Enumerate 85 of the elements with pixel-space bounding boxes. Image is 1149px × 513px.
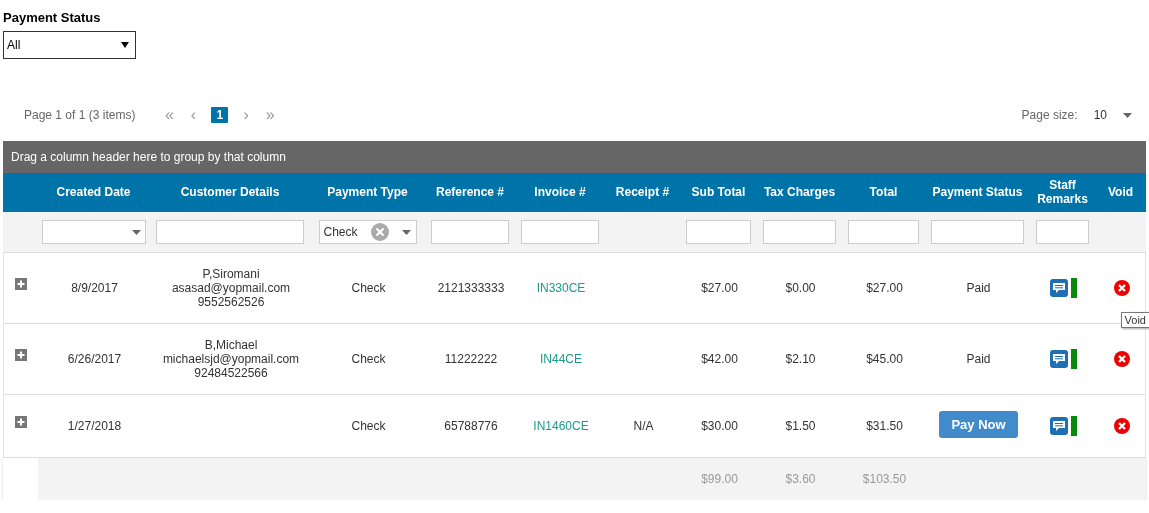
tax-charges: $1.50 [785,419,816,433]
column-header[interactable]: Payment Status [925,185,1030,200]
customer-detail: 92484522566 [194,366,268,380]
page-size-select[interactable]: 10 [1093,108,1107,122]
column-header[interactable]: Reference # [425,185,515,200]
created-date: 1/27/2018 [67,419,122,433]
customer-detail: 9552562526 [197,295,265,309]
column-header[interactable]: Invoice # [515,185,605,200]
first-page-button[interactable]: « [157,106,182,124]
indicator-icon [1071,278,1077,298]
invoice-link[interactable]: IN44CE [540,352,582,366]
page-number[interactable]: 1 [211,107,229,123]
payment-type: Check [351,281,386,295]
column-header[interactable]: Created Date [37,185,150,200]
filter-field[interactable] [1036,220,1089,244]
invoice-link[interactable]: IN1460CE [533,419,589,433]
reference-number: 65788776 [444,419,498,433]
sub-total: $27.00 [701,281,738,295]
payment-status: Paid [966,352,991,366]
filter-field[interactable] [521,220,599,244]
comment-icon[interactable] [1050,279,1068,297]
tax-sum: $3.60 [784,472,817,486]
receipt-number: N/A [633,419,654,433]
total: $45.00 [866,352,903,366]
customer-detail: michaelsjd@yopmail.com [162,352,300,366]
filter-field[interactable] [931,220,1024,244]
indicator-icon [1071,416,1077,436]
column-header[interactable]: Total [842,185,925,200]
caret-icon[interactable] [131,229,141,235]
column-header[interactable]: Void [1095,185,1146,200]
column-header[interactable]: Tax Charges [757,185,842,200]
expand-icon[interactable] [15,349,27,361]
next-page-button[interactable]: › [234,106,259,124]
pay-now-button[interactable]: Pay Now [939,410,1018,438]
sub-total: $42.00 [701,352,738,366]
payment-status: Paid [966,281,991,295]
tax-charges: $0.00 [785,281,816,295]
filter-field[interactable] [156,220,304,244]
payment-status-select[interactable]: All [3,31,136,59]
payment-type-filter[interactable]: Check [318,220,417,244]
caret-icon[interactable] [1123,112,1132,118]
caret-icon [121,42,129,48]
invoice-link[interactable]: IN330CE [536,281,586,295]
caret-icon[interactable] [402,229,412,235]
payment-type: Check [351,352,386,366]
customer-detail: P,Siromani [202,267,260,281]
column-header[interactable]: Customer Details [150,185,310,200]
total: $31.50 [866,419,903,433]
expand-icon[interactable] [15,278,27,290]
sub-total-sum: $99.00 [700,472,739,486]
page-summary: Page 1 of 1 (3 items) [24,108,136,122]
column-header[interactable]: Staff Remarks [1030,178,1095,207]
clear-icon[interactable] [371,223,389,241]
payment-type: Check [351,419,386,433]
filter-label: Payment Status [3,10,102,25]
void-icon[interactable] [1113,280,1130,296]
date-filter-field[interactable] [41,220,146,244]
reference-number: 11222222 [444,352,498,366]
filter-field[interactable] [763,220,836,244]
comment-icon[interactable] [1050,417,1068,435]
void-icon[interactable] [1113,418,1130,434]
tax-charges: $2.10 [785,352,816,366]
page-size-label: Page size: [1021,108,1078,122]
filter-field[interactable] [431,220,509,244]
last-page-button[interactable]: » [258,106,283,124]
created-date: 6/26/2017 [67,352,122,366]
total-sum: $103.50 [861,472,908,486]
tooltip: Void [1120,312,1149,328]
group-by-hint: Drag a column header here to group by that column [11,150,286,164]
filter-field[interactable] [848,220,919,244]
total: $27.00 [866,281,903,295]
filter-field[interactable] [686,220,751,244]
column-header[interactable]: Payment Type [310,185,425,200]
previous-page-button[interactable]: ‹ [181,106,206,124]
column-header[interactable]: Sub Total [680,185,757,200]
column-header[interactable]: Receipt # [605,185,680,200]
created-date: 8/9/2017 [71,281,118,295]
customer-detail: asasad@yopmail.com [171,281,291,295]
expand-icon[interactable] [15,416,27,428]
customer-detail: B,Michael [204,338,258,352]
sub-total: $30.00 [701,419,738,433]
comment-icon[interactable] [1050,350,1068,368]
reference-number: 2121333333 [437,281,505,295]
indicator-icon [1071,349,1077,369]
void-icon[interactable] [1113,351,1130,367]
